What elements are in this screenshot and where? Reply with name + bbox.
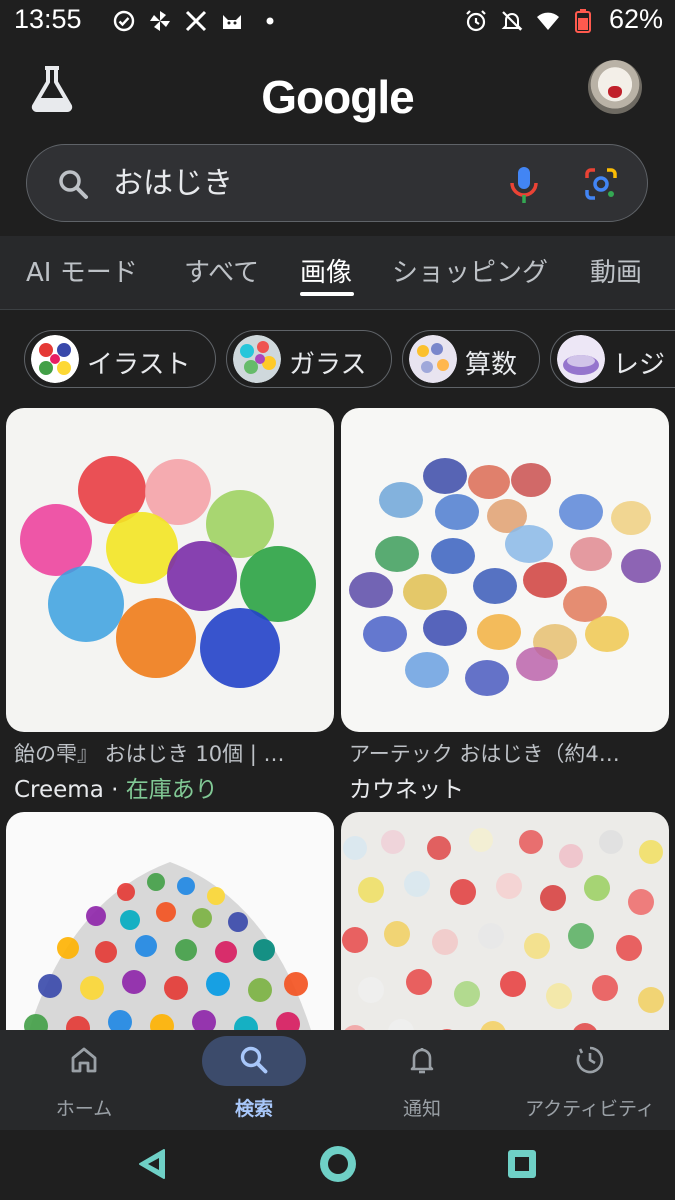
chip-label: 算数 xyxy=(465,350,518,380)
nav-search[interactable]: 検索 xyxy=(170,1030,338,1130)
filter-chips: イラスト ガラス 算数 レジ xyxy=(0,310,675,406)
nav-home[interactable]: ホーム xyxy=(0,1030,168,1130)
chip-label: レジ xyxy=(613,350,666,380)
avatar[interactable] xyxy=(588,60,642,114)
system-navigation-bar xyxy=(0,1130,675,1200)
pinwheel-icon xyxy=(150,11,170,31)
bell-off-icon xyxy=(501,11,523,31)
chip-glass[interactable]: ガラス xyxy=(226,330,392,388)
tab-shopping[interactable]: ショッピング xyxy=(392,252,548,289)
x-app-icon xyxy=(185,10,207,32)
stock-status: 在庫あり xyxy=(125,777,218,803)
nav-notifications[interactable]: 通知 xyxy=(338,1030,506,1130)
chip-illust[interactable]: イラスト xyxy=(24,330,216,388)
result-image[interactable] xyxy=(6,812,334,1030)
result-source: カウネット xyxy=(349,770,464,804)
bottom-navigation: ホーム 検索 通知 アクティビティ xyxy=(0,1030,675,1130)
result-source: Creema · 在庫あり xyxy=(14,770,218,804)
result-image[interactable] xyxy=(6,408,334,732)
battery-icon xyxy=(575,9,591,33)
tab-videos[interactable]: 動画 xyxy=(590,252,642,289)
google-lens-icon[interactable] xyxy=(583,166,619,202)
result-separator: · xyxy=(103,777,126,803)
image-result-card[interactable] xyxy=(341,812,669,1030)
image-result-card[interactable] xyxy=(6,812,334,1030)
tab-all[interactable]: すべて xyxy=(184,252,259,289)
status-bar: 13:55 62% xyxy=(0,0,675,44)
dot-icon xyxy=(266,17,274,25)
chip-math[interactable]: 算数 xyxy=(402,330,540,388)
home-icon xyxy=(71,1047,97,1073)
search-tabs: AI モード すべて 画像 ショッピング 動画 xyxy=(0,236,675,310)
result-title: 飴の雫』 おはじき 10個 | … xyxy=(14,742,285,766)
activity-icon xyxy=(576,1046,604,1074)
check-circle-icon xyxy=(113,10,135,32)
active-tab-indicator xyxy=(300,292,354,296)
result-site: Creema xyxy=(14,777,104,803)
nav-label: 通知 xyxy=(402,1098,441,1120)
nav-label: 検索 xyxy=(234,1098,273,1120)
chip-thumbnail xyxy=(233,335,281,383)
home-button-icon[interactable] xyxy=(316,1142,360,1186)
image-results-grid: 飴の雫』 おはじき 10個 | … Creema · 在庫あり アーテック おは… xyxy=(0,406,675,1030)
nav-label: ホーム xyxy=(55,1098,113,1120)
nav-label: アクティビティ xyxy=(525,1098,655,1120)
chip-label: ガラス xyxy=(289,350,367,380)
tab-ai-mode[interactable]: AI モード xyxy=(26,252,138,289)
image-result-card[interactable]: 飴の雫』 おはじき 10個 | … Creema · 在庫あり xyxy=(6,408,334,808)
chip-thumbnail xyxy=(409,335,457,383)
alarm-icon xyxy=(466,10,486,32)
result-title: アーテック おはじき（約4… xyxy=(349,742,620,766)
google-logo: Google xyxy=(261,71,414,123)
status-time: 13:55 xyxy=(14,4,82,34)
tab-images[interactable]: 画像 xyxy=(300,252,352,289)
cat-icon xyxy=(223,15,241,29)
chip-resin[interactable]: レジ xyxy=(550,330,675,388)
microphone-icon[interactable] xyxy=(507,165,541,205)
chip-label: イラスト xyxy=(87,350,191,380)
app-header: Google xyxy=(0,44,675,236)
result-site: カウネット xyxy=(349,777,464,803)
wifi-icon xyxy=(537,12,559,30)
nav-activity[interactable]: アクティビティ xyxy=(506,1030,674,1130)
recents-icon[interactable] xyxy=(500,1142,544,1186)
chip-thumbnail xyxy=(31,335,79,383)
result-image[interactable] xyxy=(341,408,669,732)
image-result-card[interactable]: アーテック おはじき（約4… カウネット xyxy=(341,408,669,808)
search-input[interactable] xyxy=(113,145,493,223)
back-icon[interactable] xyxy=(130,1142,174,1186)
chip-thumbnail xyxy=(557,335,605,383)
result-image[interactable] xyxy=(341,812,669,1030)
search-icon xyxy=(240,1046,268,1074)
search-icon xyxy=(59,170,88,199)
search-box[interactable] xyxy=(26,144,648,223)
battery-percent: 62% xyxy=(608,4,663,34)
bell-icon xyxy=(410,1048,434,1074)
